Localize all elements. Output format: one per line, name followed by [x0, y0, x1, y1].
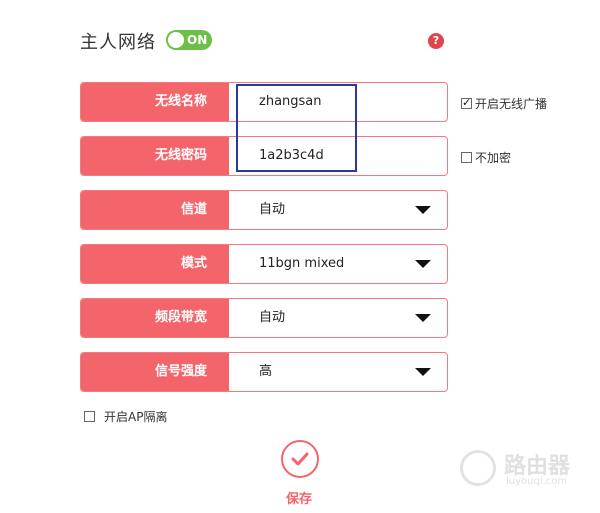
save-label[interactable]: 保存 — [286, 488, 312, 507]
broadcast-checkbox[interactable]: 开启无线广播 — [461, 95, 547, 112]
watermark: 路由器 luyouqi.com — [460, 444, 590, 494]
mode-label: 模式 — [81, 245, 229, 283]
channel-label: 信道 — [81, 191, 229, 229]
signal-strength-row[interactable]: 信号强度 高 — [80, 352, 448, 392]
network-toggle[interactable]: ON — [166, 30, 212, 50]
mode-select[interactable]: 11bgn mixed — [259, 245, 344, 283]
no-encrypt-checkbox[interactable]: 不加密 — [461, 149, 511, 166]
router-logo-icon — [460, 450, 496, 486]
chevron-down-icon[interactable] — [415, 314, 431, 322]
chevron-down-icon[interactable] — [415, 260, 431, 268]
toggle-knob — [168, 32, 184, 48]
channel-row[interactable]: 信道 自动 — [80, 190, 448, 230]
toggle-label: ON — [187, 33, 208, 47]
checkbox-icon[interactable] — [84, 411, 95, 422]
highlight-box — [236, 84, 357, 172]
no-encrypt-label: 不加密 — [475, 151, 512, 165]
watermark-sub: luyouqi.com — [506, 476, 568, 487]
ap-isolation-label: 开启AP隔离 — [104, 410, 168, 424]
wifi-name-label: 无线名称 — [81, 83, 229, 121]
bandwidth-select[interactable]: 自动 — [259, 299, 285, 337]
help-icon[interactable]: ? — [428, 33, 444, 49]
chevron-down-icon[interactable] — [415, 206, 431, 214]
check-icon — [291, 452, 309, 466]
signal-strength-select[interactable]: 高 — [259, 353, 272, 391]
chevron-down-icon[interactable] — [415, 368, 431, 376]
ap-isolation-checkbox[interactable]: 开启AP隔离 — [84, 408, 167, 425]
bandwidth-label: 频段带宽 — [81, 299, 229, 337]
broadcast-label: 开启无线广播 — [475, 97, 548, 111]
checkbox-checked-icon[interactable] — [461, 96, 472, 109]
signal-strength-label: 信号强度 — [81, 353, 229, 391]
checkbox-icon[interactable] — [461, 152, 472, 163]
page-title: 主人网络 — [80, 32, 156, 53]
wifi-password-label: 无线密码 — [81, 137, 229, 175]
bandwidth-row[interactable]: 频段带宽 自动 — [80, 298, 448, 338]
channel-select[interactable]: 自动 — [259, 191, 285, 229]
mode-row[interactable]: 模式 11bgn mixed — [80, 244, 448, 284]
save-button[interactable] — [281, 440, 319, 478]
